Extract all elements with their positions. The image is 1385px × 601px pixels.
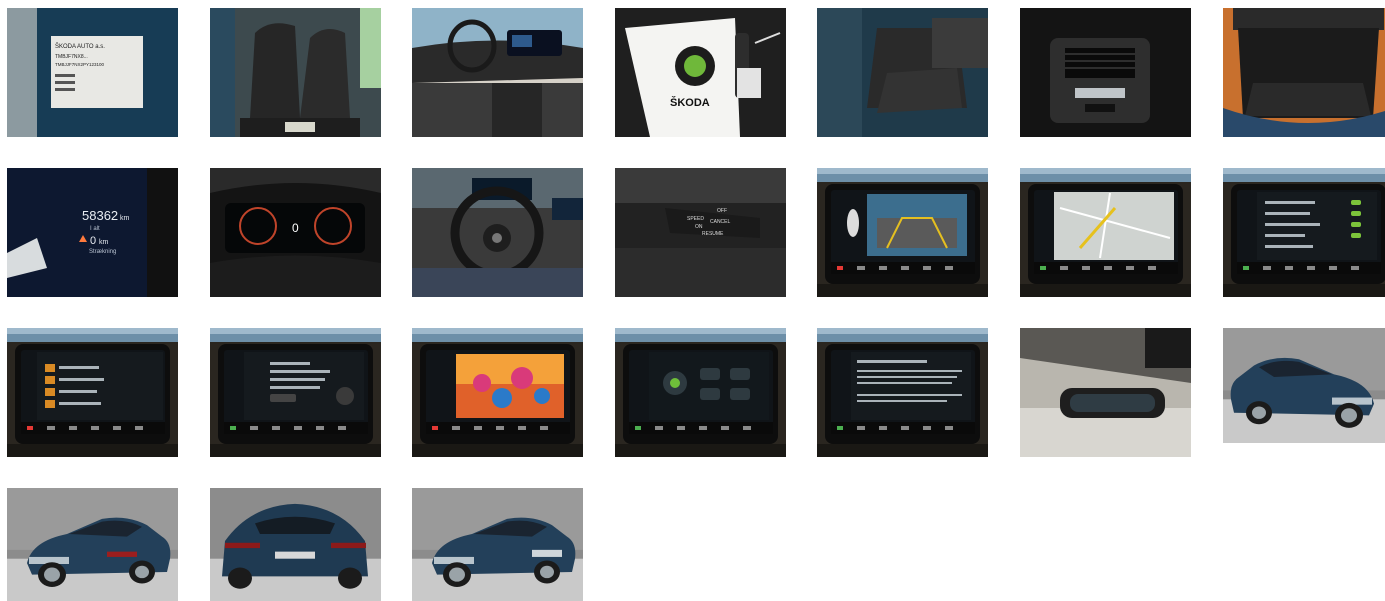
photo-thumbnail-radio-screen[interactable]	[7, 328, 178, 457]
stalk-label: CANCEL	[710, 219, 731, 225]
photo-thumbnail-steering-wheel[interactable]	[412, 168, 583, 297]
exterior-front-right-image	[1223, 328, 1385, 443]
photo-thumbnail-vin-plate[interactable]: ŠKODA AUTO a.s. TMBJF7NX8... TMBJJF7NX2P…	[7, 8, 178, 137]
photo-thumbnail-park-assist-screen[interactable]	[817, 168, 988, 297]
key-fob-image: ŠKODA	[615, 8, 786, 137]
mileage-value: 58362	[82, 208, 118, 223]
photo-thumbnail-media-screen[interactable]	[412, 328, 583, 457]
photo-thumbnail-settings-screen[interactable]	[1223, 168, 1385, 297]
exterior-rear-left-image	[7, 488, 178, 601]
photo-thumbnail-key-fob[interactable]: ŠKODA	[615, 8, 786, 137]
photo-thumbnail-front-seats[interactable]	[210, 8, 381, 137]
cruise-control-stalk-image: OFF SPEED CANCEL ON RESUME	[615, 168, 786, 297]
photo-thumbnail-exterior-rear-left[interactable]	[7, 488, 178, 601]
trunk-image	[1223, 8, 1385, 137]
media-screen-image	[412, 328, 583, 457]
photo-thumbnail-info-screen[interactable]	[817, 328, 988, 457]
steering-wheel-image	[412, 168, 583, 297]
range-label: Strækning	[89, 249, 116, 255]
photo-thumbnail-trunk[interactable]	[1223, 8, 1385, 137]
front-seats-image	[210, 8, 381, 137]
key-brand-text: ŠKODA	[670, 96, 710, 109]
photo-thumbnail-odometer[interactable]: 58362 km I alt 0 km Strækning	[7, 168, 178, 297]
vin-plate-line: TMBJJF7NX2PY123100	[55, 62, 105, 67]
info-screen-image	[817, 328, 988, 457]
radio-screen-image	[7, 328, 178, 457]
photo-thumbnail-digital-cockpit[interactable]: 0	[210, 168, 381, 297]
dashboard-image	[412, 8, 583, 137]
photo-thumbnail-rear-seats[interactable]	[817, 8, 988, 137]
navigation-screen-image	[1020, 168, 1191, 297]
range-unit: km	[99, 239, 109, 246]
odometer-image: 58362 km I alt 0 km Strækning	[7, 168, 178, 297]
photo-thumbnail-cruise-control-stalk[interactable]: OFF SPEED CANCEL ON RESUME	[615, 168, 786, 297]
rear-seats-image	[817, 8, 988, 137]
vin-plate-line: TMBJF7NX8...	[55, 54, 88, 60]
vin-plate-line: ŠKODA AUTO a.s.	[55, 43, 105, 50]
rear-view-mirror-image	[1020, 328, 1191, 457]
photo-thumbnail-exterior-front-left[interactable]	[412, 488, 583, 601]
cockpit-center-value: 0	[292, 221, 299, 235]
vin-plate-image: ŠKODA AUTO a.s. TMBJF7NX8... TMBJJF7NX2P…	[7, 8, 178, 137]
rear-air-vents-image	[1020, 8, 1191, 137]
settings-screen-image	[1223, 168, 1385, 297]
park-assist-screen-image	[817, 168, 988, 297]
stalk-label: RESUME	[702, 231, 724, 237]
photo-thumbnail-rear-air-vents[interactable]	[1020, 8, 1191, 137]
photo-thumbnail-rear-view-mirror[interactable]	[1020, 328, 1191, 457]
photo-thumbnail-exterior-front-right[interactable]	[1223, 328, 1385, 443]
stalk-label: ON	[695, 224, 703, 230]
digital-cockpit-image: 0	[210, 168, 381, 297]
climate-screen-image	[615, 328, 786, 457]
phone-screen-image	[210, 328, 381, 457]
stalk-label: SPEED	[687, 216, 704, 222]
exterior-rear-image	[210, 488, 381, 601]
stalk-label: OFF	[717, 208, 727, 214]
photo-thumbnail-dashboard[interactable]	[412, 8, 583, 137]
mileage-label: I alt	[90, 226, 100, 232]
photo-thumbnail-phone-screen[interactable]	[210, 328, 381, 457]
range-value: 0	[90, 235, 96, 247]
exterior-front-left-image	[412, 488, 583, 601]
photo-thumbnail-climate-screen[interactable]	[615, 328, 786, 457]
photo-thumbnail-navigation-screen[interactable]	[1020, 168, 1191, 297]
photo-thumbnail-exterior-rear[interactable]	[210, 488, 381, 601]
mileage-unit: km	[120, 215, 130, 222]
photo-gallery: ŠKODA AUTO a.s. TMBJF7NX8... TMBJJF7NX2P…	[0, 0, 1385, 601]
